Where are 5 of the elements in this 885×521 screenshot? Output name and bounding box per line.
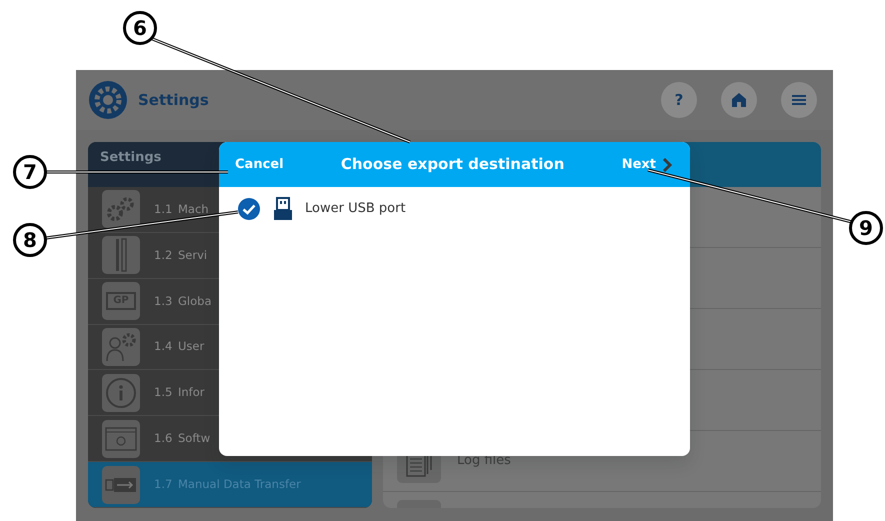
callout-number: 9 xyxy=(849,211,883,245)
callout-number: 7 xyxy=(13,155,47,189)
callout-number: 6 xyxy=(123,11,157,45)
callout-number: 8 xyxy=(13,223,47,257)
header-title: Settings xyxy=(138,90,209,111)
